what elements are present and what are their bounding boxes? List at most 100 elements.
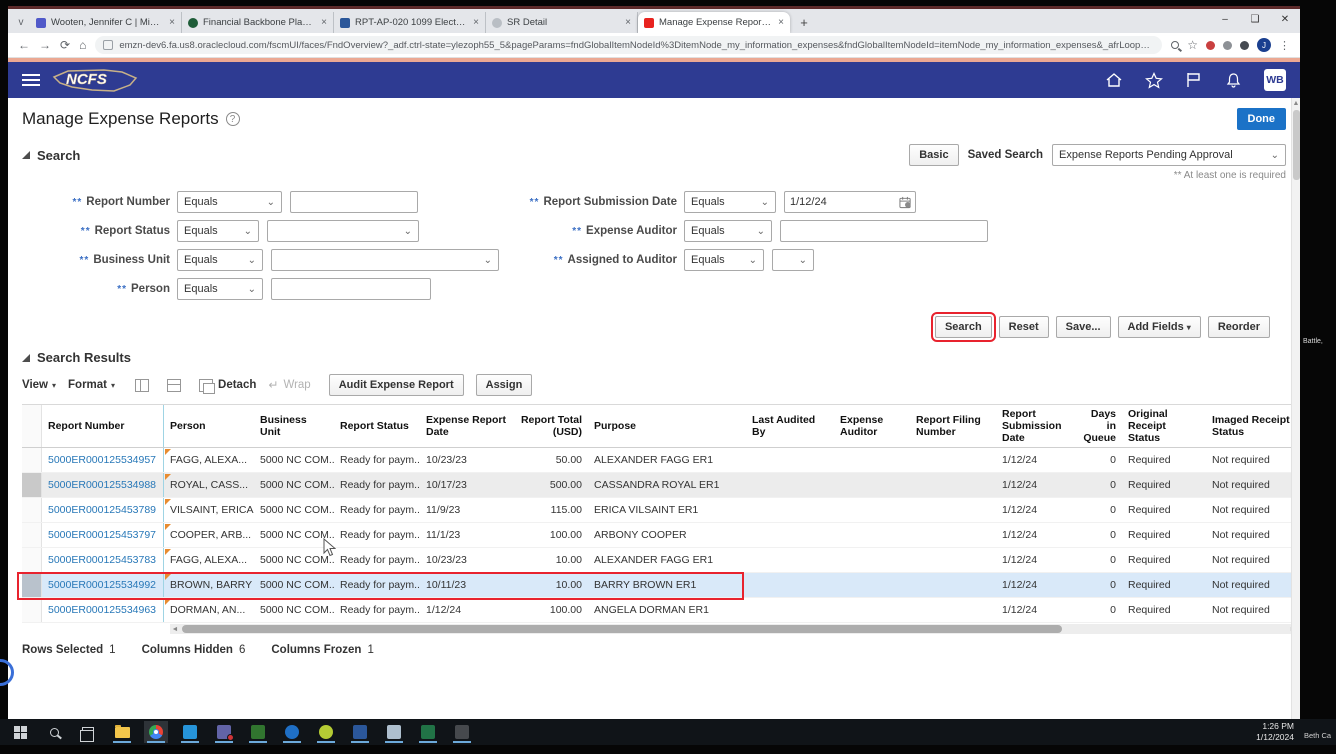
reload-icon[interactable]: ⟳ — [60, 38, 70, 52]
select-all-gutter[interactable] — [22, 405, 42, 447]
forward-icon[interactable]: → — [39, 38, 51, 52]
taskbar-search-button[interactable] — [42, 721, 66, 743]
page-zoom-icon[interactable] — [1171, 41, 1179, 49]
view-menu[interactable]: View▾ — [22, 379, 56, 391]
row-select-gutter[interactable] — [22, 548, 42, 572]
watchlist-flag-icon[interactable] — [1185, 72, 1203, 88]
report-number-link[interactable]: 5000ER000125534963 — [42, 598, 164, 622]
browser-tab[interactable]: Financial Backbone Planning S× — [182, 12, 334, 33]
file-explorer-icon[interactable] — [110, 721, 134, 743]
table-row[interactable]: 5000ER000125453783FAGG, ALEXA...5000 NC … — [22, 548, 1298, 573]
chrome-icon[interactable] — [144, 721, 168, 743]
column-header[interactable]: Report Status — [334, 405, 420, 447]
column-header[interactable]: Report Total (USD) — [512, 405, 588, 447]
row-select-gutter[interactable] — [22, 448, 42, 472]
detach-button[interactable]: Detach — [199, 379, 256, 392]
person-operator-select[interactable]: Equals⌄ — [177, 278, 263, 300]
table-row[interactable]: 5000ER000125534957FAGG, ALEXA...5000 NC … — [22, 448, 1298, 473]
horizontal-scrollbar[interactable]: ◄ ► — [170, 624, 1298, 634]
tab-close-icon[interactable]: × — [473, 17, 479, 28]
home-nav-icon[interactable] — [1105, 72, 1123, 88]
extension-icon[interactable] — [1223, 41, 1232, 50]
column-header[interactable]: Original Receipt Status — [1122, 405, 1206, 447]
submission-date-operator-select[interactable]: Equals⌄ — [684, 191, 776, 213]
new-tab-button[interactable]: + — [794, 12, 814, 32]
select-column-icon[interactable] — [167, 379, 181, 392]
saved-search-select[interactable]: Expense Reports Pending Approval⌄ — [1052, 144, 1286, 166]
reorder-button[interactable]: Reorder — [1208, 316, 1270, 338]
table-row[interactable]: 5000ER000125534988ROYAL, CASS...5000 NC … — [22, 473, 1298, 498]
report-number-link[interactable]: 5000ER000125453797 — [42, 523, 164, 547]
collapse-triangle-icon[interactable] — [22, 354, 30, 362]
browser-tab[interactable]: SR Detail× — [486, 12, 638, 33]
horizontal-scroll-thumb[interactable] — [182, 625, 1062, 633]
calendar-icon[interactable] — [899, 196, 912, 209]
assigned-to-auditor-operator-select[interactable]: Equals⌄ — [684, 249, 764, 271]
word-icon[interactable] — [348, 721, 372, 743]
add-fields-button[interactable]: Add Fields ▾ — [1118, 316, 1201, 338]
report-number-link[interactable]: 5000ER000125453783 — [42, 548, 164, 572]
column-header[interactable]: Expense Report Date — [420, 405, 512, 447]
onedrive-icon[interactable] — [314, 721, 338, 743]
notifications-bell-icon[interactable] — [1225, 72, 1242, 89]
format-menu[interactable]: Format▾ — [68, 379, 115, 391]
submission-date-input[interactable] — [784, 191, 916, 213]
table-row[interactable]: 5000ER000125534992BROWN, BARRY5000 NC CO… — [22, 573, 1298, 598]
business-unit-select[interactable]: ⌄ — [271, 249, 499, 271]
column-header[interactable]: Expense Auditor — [834, 405, 910, 447]
close-button[interactable]: ✕ — [1270, 9, 1300, 29]
column-header[interactable]: Purpose — [588, 405, 746, 447]
assigned-to-auditor-select[interactable]: ⌄ — [772, 249, 814, 271]
report-number-operator-select[interactable]: Equals⌄ — [177, 191, 282, 213]
snip-icon[interactable] — [450, 721, 474, 743]
scroll-up-arrow-icon[interactable]: ▲ — [1292, 98, 1300, 108]
back-icon[interactable]: ← — [18, 38, 30, 52]
report-number-link[interactable]: 5000ER000125534988 — [42, 473, 164, 497]
audit-expense-report-button[interactable]: Audit Expense Report — [329, 374, 464, 396]
user-avatar[interactable]: WB — [1264, 69, 1286, 91]
row-select-gutter[interactable] — [22, 598, 42, 622]
browser-menu-icon[interactable]: ⋮ — [1279, 39, 1290, 52]
home-icon[interactable]: ⌂ — [79, 38, 86, 52]
browser-tab[interactable]: Wooten, Jennifer C | Microsoft× — [30, 12, 182, 33]
tab-close-icon[interactable]: × — [169, 17, 175, 28]
start-button[interactable] — [8, 721, 32, 743]
favorites-star-icon[interactable] — [1145, 72, 1163, 89]
row-select-gutter[interactable] — [22, 473, 42, 497]
business-unit-operator-select[interactable]: Equals⌄ — [177, 249, 263, 271]
table-row[interactable]: 5000ER000125534963DORMAN, AN...5000 NC C… — [22, 598, 1298, 623]
browser-tab[interactable]: Manage Expense Reports - Au× — [638, 12, 790, 33]
side-panel-icon[interactable] — [1240, 41, 1249, 50]
scroll-left-arrow-icon[interactable]: ◄ — [170, 624, 180, 634]
minimize-button[interactable]: – — [1210, 9, 1240, 29]
vertical-scrollbar[interactable]: ▲ — [1291, 98, 1300, 719]
url-input[interactable]: emzn-dev6.fa.us8.oraclecloud.com/fscmUI/… — [95, 36, 1162, 54]
extension-icon[interactable] — [1206, 41, 1215, 50]
column-header[interactable]: Report Number — [42, 405, 164, 447]
row-select-gutter[interactable] — [22, 573, 42, 597]
navigator-menu-icon[interactable] — [22, 74, 40, 86]
teams-icon[interactable] — [212, 721, 236, 743]
column-header[interactable]: Report Filing Number — [910, 405, 996, 447]
column-header[interactable]: Days in Queue — [1074, 405, 1122, 447]
basic-button[interactable]: Basic — [909, 144, 958, 166]
site-settings-icon[interactable] — [103, 40, 113, 50]
help-icon[interactable]: ? — [226, 112, 240, 126]
task-view-button[interactable] — [76, 721, 100, 743]
tab-search-chevron-icon[interactable]: v — [12, 13, 30, 31]
planner-icon[interactable] — [246, 721, 270, 743]
taskbar-clock[interactable]: 1:26 PM 1/12/2024 — [1256, 721, 1294, 742]
report-status-select[interactable]: ⌄ — [267, 220, 419, 242]
row-select-gutter[interactable] — [22, 523, 42, 547]
report-number-input[interactable] — [290, 191, 418, 213]
profile-avatar[interactable]: J — [1257, 38, 1271, 52]
column-header[interactable]: Person — [164, 405, 254, 447]
report-number-link[interactable]: 5000ER000125534957 — [42, 448, 164, 472]
skype-icon[interactable] — [280, 721, 304, 743]
collapse-triangle-icon[interactable] — [22, 151, 30, 159]
column-header[interactable]: Report Submission Date — [996, 405, 1074, 447]
bookmark-star-icon[interactable]: ☆ — [1187, 38, 1198, 52]
freeze-icon[interactable] — [135, 379, 149, 392]
report-status-operator-select[interactable]: Equals⌄ — [177, 220, 259, 242]
excel-icon[interactable] — [416, 721, 440, 743]
